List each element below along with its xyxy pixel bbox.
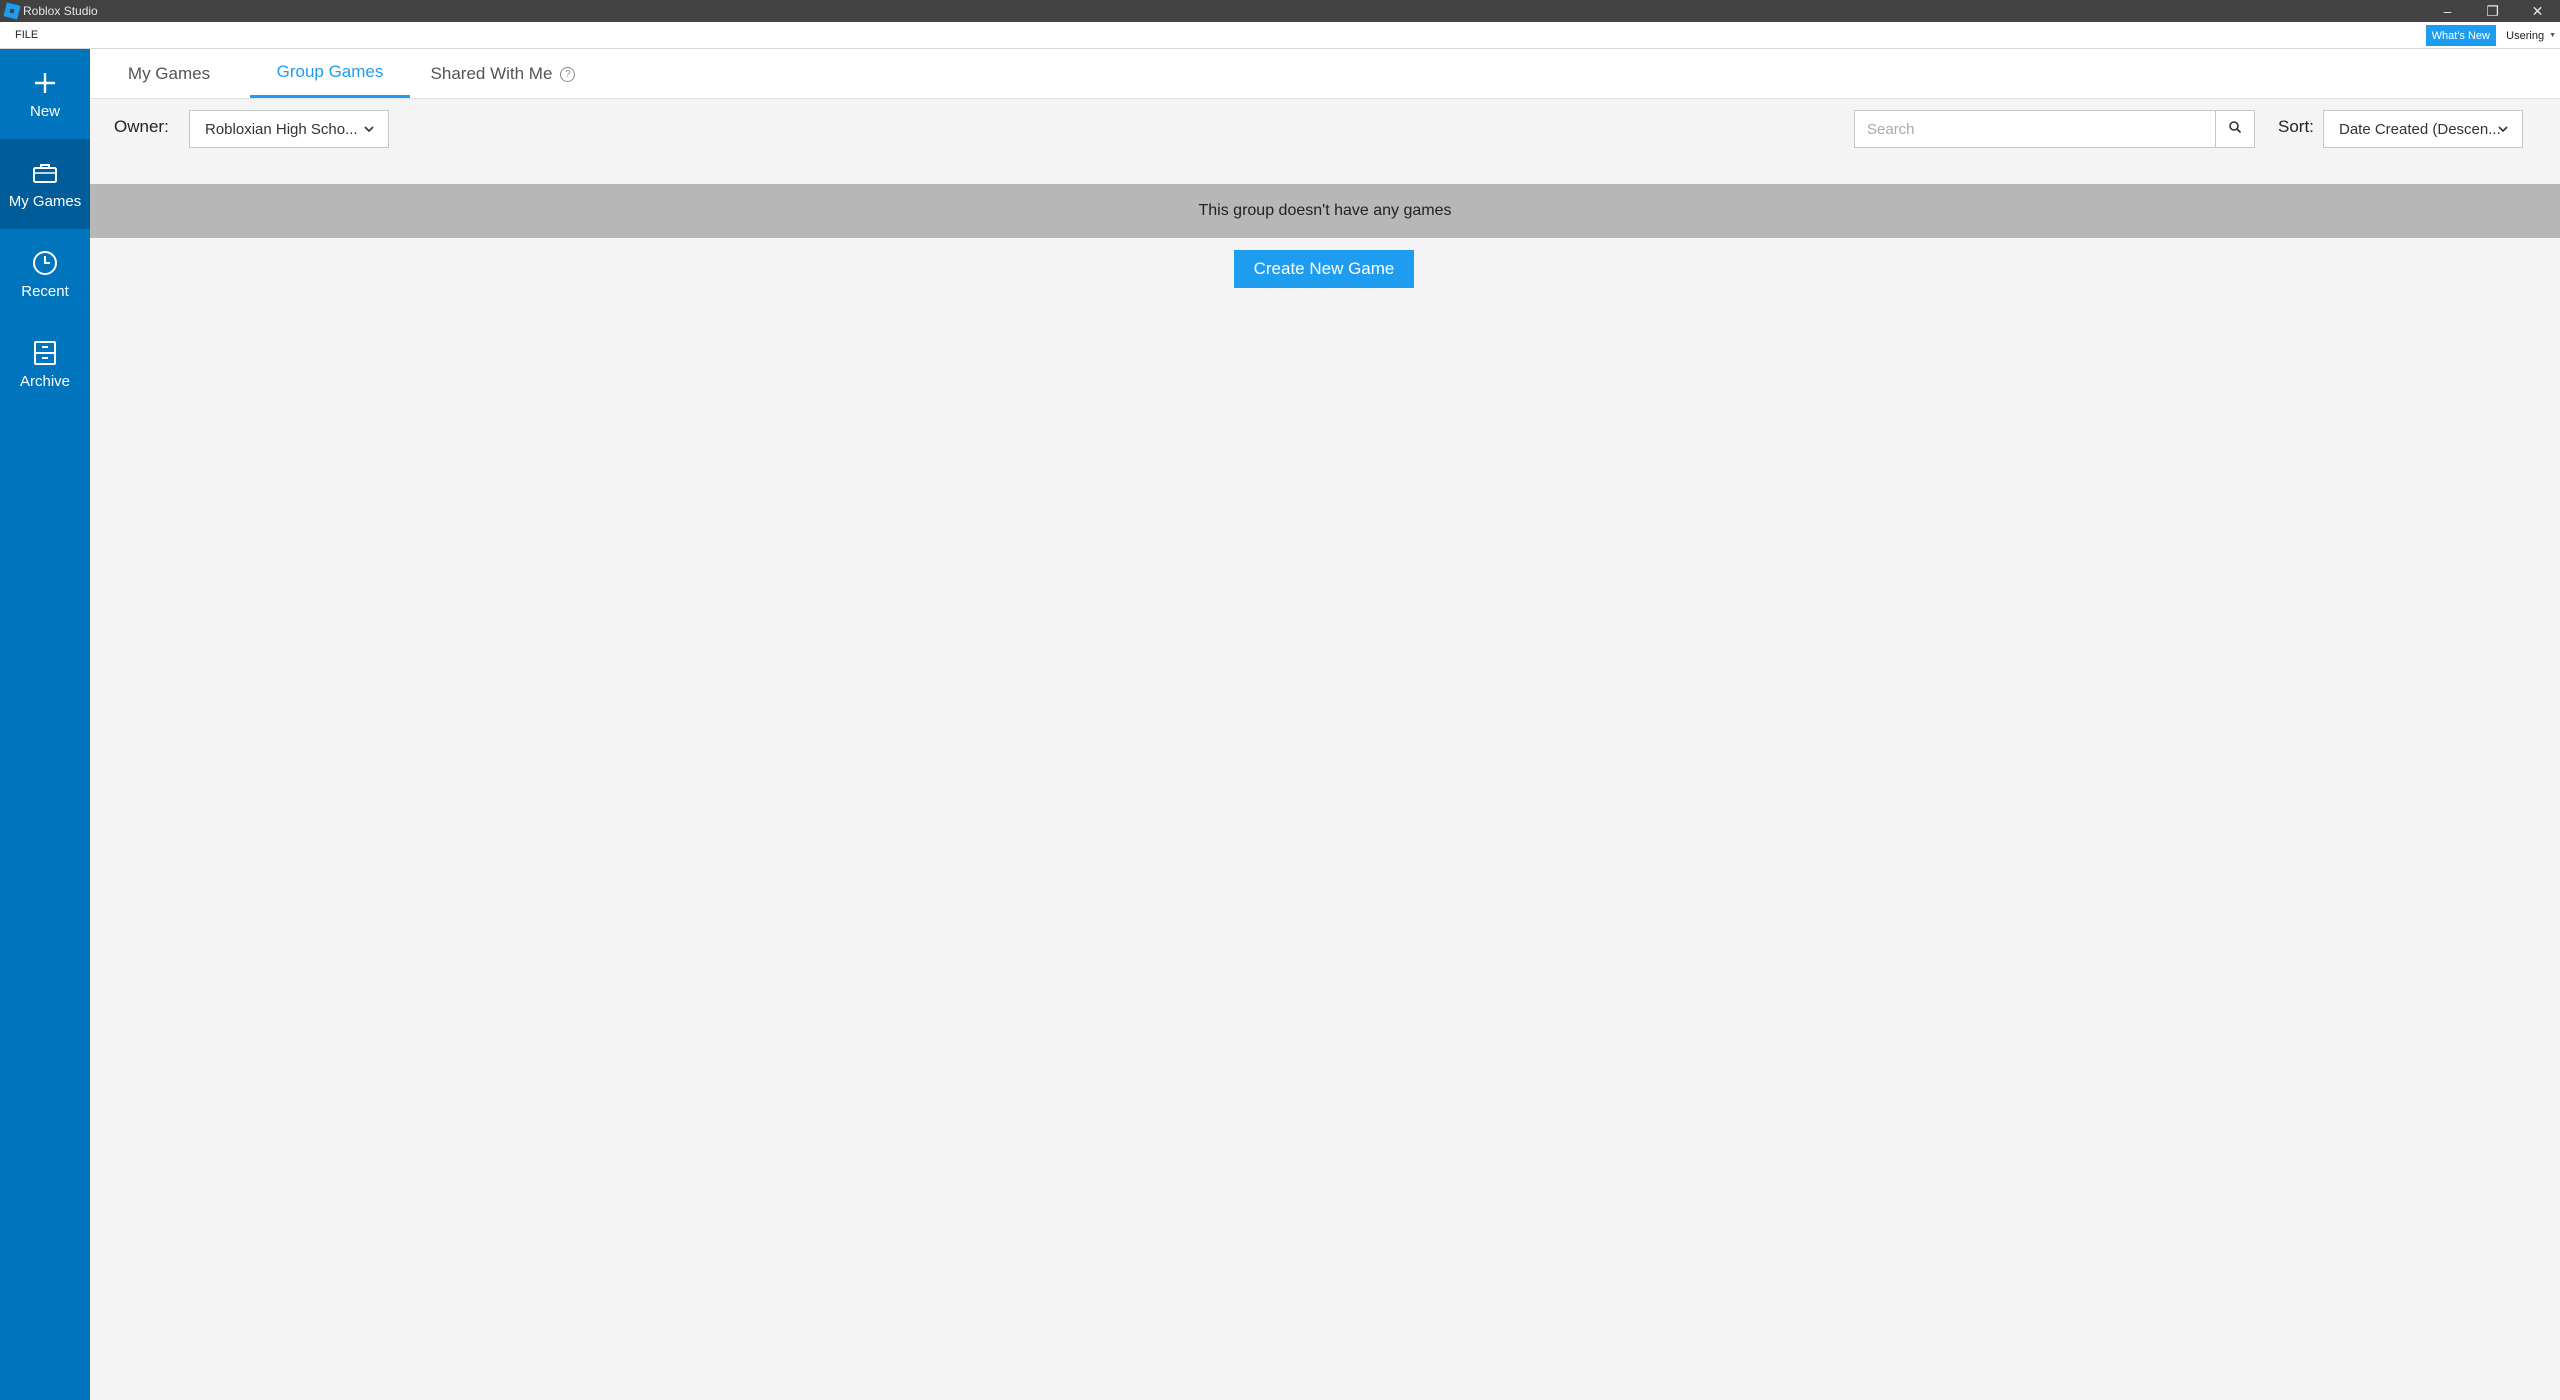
plus-icon	[31, 69, 59, 97]
file-menu[interactable]: FILE	[15, 29, 38, 41]
menu-bar: FILE What's New Usering ▼	[0, 22, 2560, 49]
tab-group-games[interactable]: Group Games	[250, 49, 410, 98]
tab-label: Group Games	[276, 62, 384, 81]
title-bar: Roblox Studio – ❐ ✕	[0, 0, 2560, 22]
window-controls: – ❐ ✕	[2425, 0, 2560, 22]
roblox-studio-logo-icon	[3, 2, 21, 20]
sort-dropdown[interactable]: Date Created (Descen...	[2323, 110, 2523, 148]
sidebar-item-label: My Games	[8, 192, 82, 210]
search-button[interactable]	[2215, 110, 2255, 148]
owner-value: Robloxian High Scho...	[205, 120, 358, 138]
archive-icon	[31, 339, 59, 367]
username-label: Usering	[2506, 29, 2545, 42]
search-input[interactable]	[1854, 110, 2216, 148]
sidebar: New My Games Recent Archive	[0, 49, 90, 1400]
sort-label: Sort:	[2278, 117, 2314, 136]
tab-shared-with-me[interactable]: Shared With Me ?	[420, 49, 586, 99]
tab-my-games[interactable]: My Games	[110, 49, 228, 99]
owner-label: Owner:	[114, 117, 169, 136]
briefcase-icon	[31, 159, 59, 187]
chevron-down-icon	[2496, 122, 2510, 140]
games-tabs: My Games Group Games Shared With Me ?	[90, 49, 2560, 99]
search-icon	[2228, 120, 2242, 139]
user-menu[interactable]: Usering ▼	[2506, 25, 2556, 46]
window-title: Roblox Studio	[23, 4, 98, 18]
help-icon[interactable]: ?	[560, 66, 576, 82]
clock-icon	[31, 249, 59, 277]
owner-dropdown[interactable]: Robloxian High Scho...	[189, 110, 389, 148]
sidebar-item-label: Archive	[19, 372, 71, 390]
minimize-button[interactable]: –	[2425, 0, 2470, 22]
sort-value: Date Created (Descen...	[2339, 120, 2501, 138]
caret-down-icon: ▼	[2549, 32, 2556, 39]
sidebar-item-recent[interactable]: Recent	[0, 229, 90, 319]
sidebar-item-archive[interactable]: Archive	[0, 319, 90, 409]
tab-label: My Games	[127, 64, 211, 83]
create-new-game-button[interactable]: Create New Game	[1234, 250, 1414, 288]
empty-state-banner: This group doesn't have any games	[90, 184, 2560, 238]
restore-button[interactable]: ❐	[2470, 0, 2515, 22]
empty-state-message: This group doesn't have any games	[1198, 202, 1452, 219]
chevron-down-icon	[362, 122, 376, 140]
whats-new-button[interactable]: What's New	[2425, 25, 2496, 46]
sidebar-item-new[interactable]: New	[0, 49, 90, 139]
sidebar-item-my-games[interactable]: My Games	[0, 139, 90, 229]
tab-label: Shared With Me	[430, 64, 553, 83]
sidebar-item-label: Recent	[21, 282, 69, 300]
sidebar-item-label: New	[29, 102, 60, 120]
close-button[interactable]: ✕	[2515, 0, 2560, 22]
